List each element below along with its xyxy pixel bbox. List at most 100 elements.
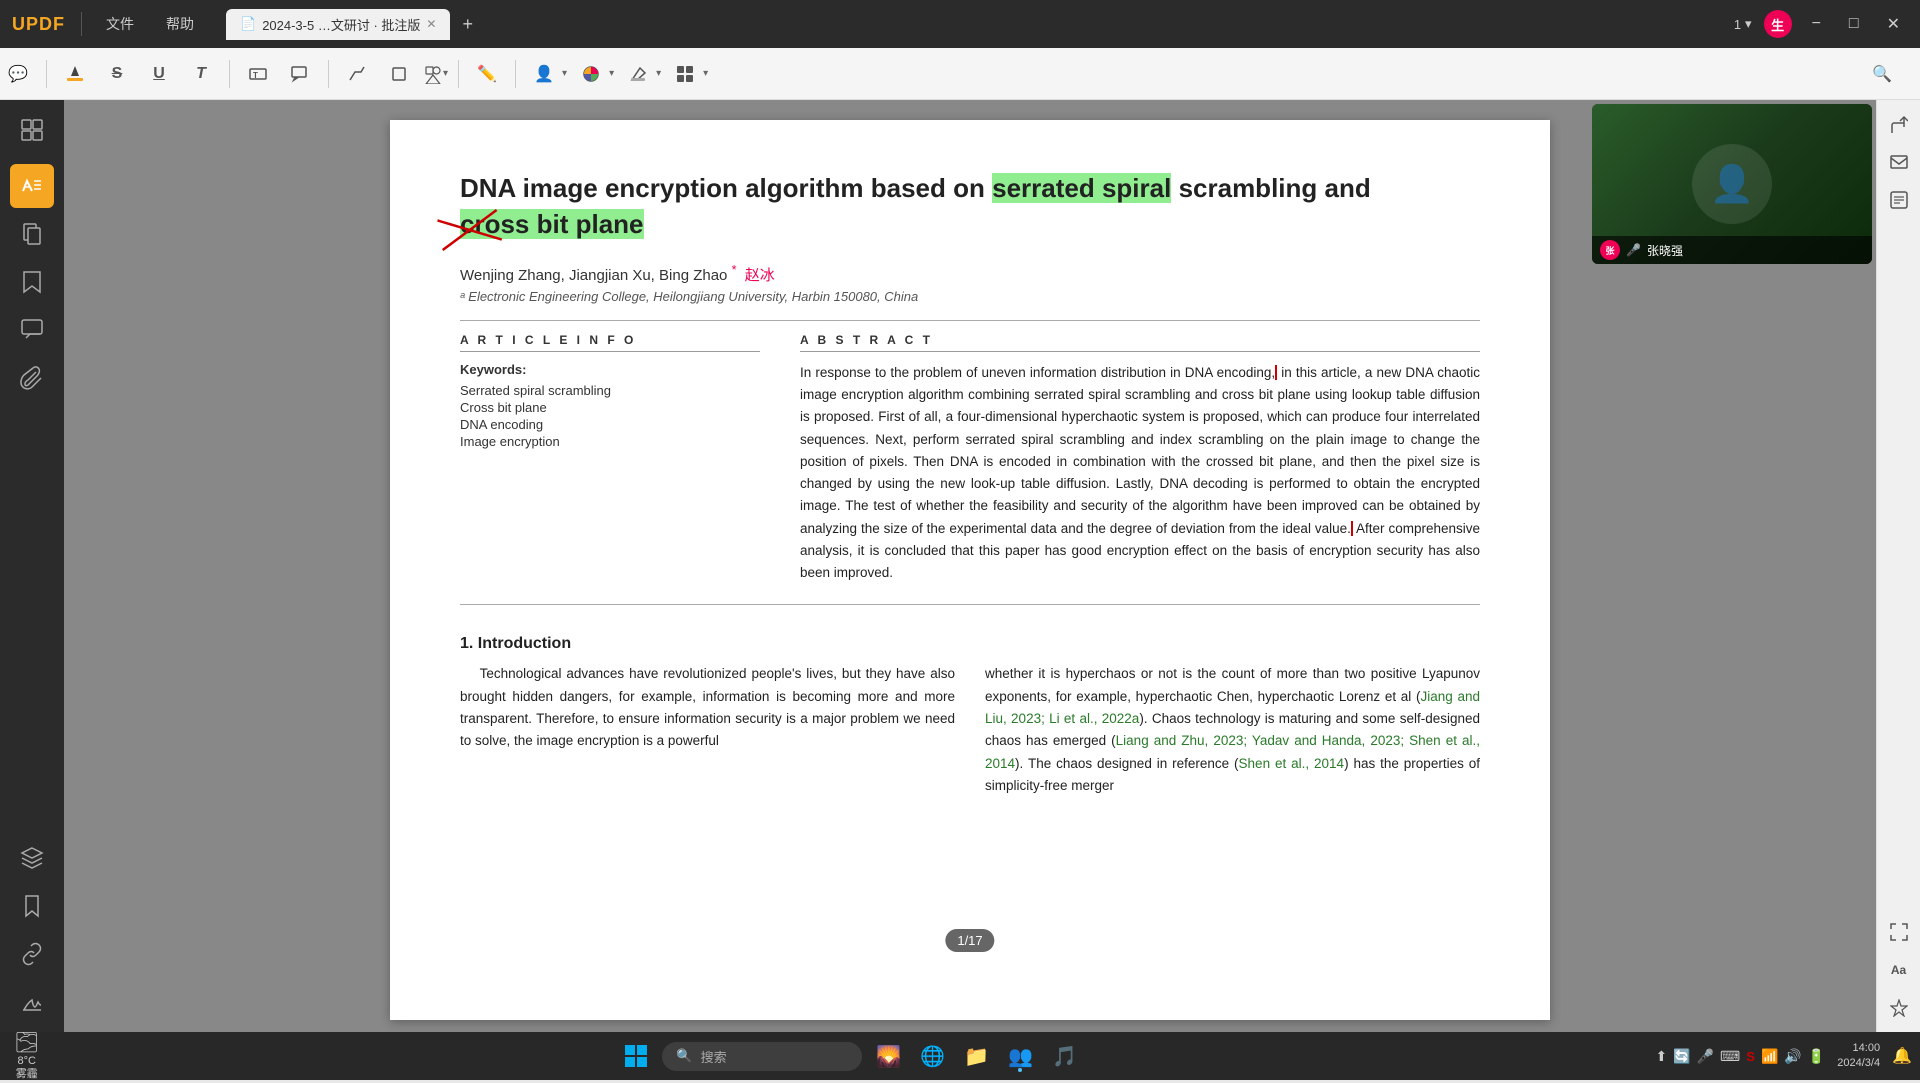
shapes-dropdown[interactable]: ▾ xyxy=(423,64,448,84)
share-button[interactable] xyxy=(1883,108,1915,140)
tab-icon: 📄 xyxy=(240,16,256,32)
minimize-button[interactable]: − xyxy=(1804,11,1829,37)
active-tab[interactable]: 📄 2024-3-5 …文研讨 · 批注版 ✕ xyxy=(226,9,450,40)
sidebar-layers[interactable] xyxy=(10,836,54,880)
ref-link-2[interactable]: Liang and Zhu, 2023; Yadav and Handa, 20… xyxy=(985,733,1480,770)
shape-tool-button[interactable] xyxy=(381,56,417,92)
clock-widget[interactable]: 14:00 2024/3/4 xyxy=(1831,1041,1886,1072)
annotation-mark-1 xyxy=(438,210,503,254)
sidebar-attachments[interactable] xyxy=(10,356,54,400)
taskbar-files[interactable]: 📁 xyxy=(958,1038,994,1074)
annotation-toolbar: 💬 S U T T ▾ ✏️ 👤 ▾ ▾ xyxy=(0,48,1920,100)
pdf-page: DNA image encryption algorithm based on … xyxy=(390,120,1550,1020)
keyword-2: Cross bit plane xyxy=(460,400,760,415)
tray-keyboard[interactable]: ⌨ xyxy=(1720,1048,1740,1065)
sidebar-sign[interactable] xyxy=(10,980,54,1024)
sidebar-bookmark-list[interactable] xyxy=(10,884,54,928)
system-tray: ⬆ 🔄 🎤 ⌨ S 📶 🔊 🔋 xyxy=(1655,1048,1825,1065)
weather-widget[interactable]: 🌫 8°C 雾霾 xyxy=(8,1029,45,1083)
tray-volume[interactable]: 🔊 xyxy=(1784,1048,1801,1065)
article-info-abstract: A R T I C L E I N F O Keywords: Serrated… xyxy=(460,333,1480,585)
tray-wifi[interactable]: 📶 xyxy=(1761,1048,1778,1065)
clock-time: 14:00 xyxy=(1853,1041,1881,1056)
fit-button[interactable] xyxy=(1883,916,1915,948)
stamp-button[interactable]: 👤 xyxy=(526,56,562,92)
new-tab-button[interactable]: + xyxy=(454,10,481,39)
sidebar-thumbnails[interactable] xyxy=(10,108,54,152)
ref-link-3[interactable]: Shen et al., 2014 xyxy=(1239,756,1345,771)
weather-desc: 雾霾 xyxy=(16,1068,38,1081)
tab-close-button[interactable]: ✕ xyxy=(426,17,436,31)
highlight-tool-button[interactable] xyxy=(57,56,93,92)
pdf-view-area[interactable]: 👤 张 🎤 张晓强 DNA image encryption algorithm… xyxy=(64,100,1876,1032)
weather-temp: 8°C xyxy=(17,1055,35,1068)
search-button[interactable]: 🔍 xyxy=(1864,56,1900,92)
taskbar-left: 🌫 8°C 雾霾 xyxy=(8,1029,45,1083)
toolbar-sep-2 xyxy=(229,60,230,88)
person-silhouette: 👤 xyxy=(1692,144,1772,224)
tray-s-icon[interactable]: S xyxy=(1746,1049,1755,1064)
intro-text-right: whether it is hyperchaos or not is the c… xyxy=(985,663,1480,797)
ref-link-1[interactable]: Jiang and Liu, 2023; Li et al., 2022a xyxy=(985,689,1480,726)
comment-tool-button[interactable]: 💬 xyxy=(0,56,36,92)
strikethrough-tool-button[interactable]: S xyxy=(99,56,135,92)
intro-heading-text: 1. Introduction xyxy=(460,635,571,652)
sidebar-pages[interactable] xyxy=(10,212,54,256)
user-avatar[interactable]: 生 xyxy=(1764,10,1792,38)
video-user-name: 张晓强 xyxy=(1647,242,1683,259)
close-button[interactable]: ✕ xyxy=(1879,10,1908,38)
eraser-dropdown[interactable]: ▾ xyxy=(620,56,661,92)
keyword-4: Image encryption xyxy=(460,434,760,449)
sidebar-comments[interactable] xyxy=(10,308,54,352)
taskbar-explorer[interactable]: 🌄 xyxy=(870,1038,906,1074)
eraser-button[interactable] xyxy=(620,56,656,92)
abstract-label: A B S T R A C T xyxy=(800,333,1480,352)
sidebar-annotation[interactable] xyxy=(10,164,54,208)
more-tools-dropdown[interactable]: ▾ xyxy=(667,56,708,92)
maximize-button[interactable]: □ xyxy=(1841,11,1867,37)
taskbar-edge[interactable]: 🌐 xyxy=(914,1038,950,1074)
contact-button[interactable] xyxy=(1883,184,1915,216)
tray-battery[interactable]: 🔋 xyxy=(1808,1048,1825,1065)
more-tools-button[interactable] xyxy=(667,56,703,92)
underline-tool-button[interactable]: U xyxy=(141,56,177,92)
stamp-dropdown[interactable]: 👤 ▾ xyxy=(526,56,567,92)
taskbar-teams[interactable]: 👥 xyxy=(1002,1038,1038,1074)
intro-col-left: Technological advances have revolutioniz… xyxy=(460,663,955,797)
menu-help[interactable]: 帮助 xyxy=(158,10,202,38)
star-button[interactable] xyxy=(1883,992,1915,1024)
text-size-button[interactable]: Aa xyxy=(1883,954,1915,986)
search-bar[interactable]: 🔍 搜索 xyxy=(662,1042,862,1071)
title-bar: UPDF 文件 帮助 📄 2024-3-5 …文研讨 · 批注版 ✕ + 1 ▾… xyxy=(0,0,1920,48)
video-feed: 👤 张 🎤 张晓强 xyxy=(1592,104,1872,264)
page-number: 1 xyxy=(1734,17,1741,32)
email-button[interactable] xyxy=(1883,146,1915,178)
article-info-label: A R T I C L E I N F O xyxy=(460,333,760,352)
section-divider-2 xyxy=(460,604,1480,605)
notification-button[interactable]: 🔔 xyxy=(1892,1046,1912,1066)
textbox-tool-button[interactable]: T xyxy=(240,56,276,92)
tray-up-arrow[interactable]: ⬆ xyxy=(1655,1048,1667,1065)
search-icon: 🔍 xyxy=(676,1048,692,1064)
color-picker-button[interactable] xyxy=(573,56,609,92)
sidebar-links[interactable] xyxy=(10,932,54,976)
pencil-tool-button[interactable]: ✏️ xyxy=(469,56,505,92)
draw-tool-button[interactable] xyxy=(339,56,375,92)
tray-mic[interactable]: 🎤 xyxy=(1697,1048,1714,1065)
taskbar-music[interactable]: 🎵 xyxy=(1046,1038,1082,1074)
callout-tool-button[interactable] xyxy=(282,56,318,92)
intro-heading: 1. Introduction xyxy=(460,635,1480,653)
menu-file[interactable]: 文件 xyxy=(98,10,142,38)
app-logo: UPDF xyxy=(12,14,65,35)
start-button[interactable] xyxy=(618,1038,654,1074)
tray-refresh[interactable]: 🔄 xyxy=(1673,1048,1690,1065)
title-text-2: scrambling and xyxy=(1171,173,1370,203)
sidebar-bookmarks[interactable] xyxy=(10,260,54,304)
text-tool-button[interactable]: T xyxy=(183,56,219,92)
introduction-section: 1. Introduction Technological advances h… xyxy=(460,635,1480,797)
color-picker-dropdown[interactable]: ▾ xyxy=(573,56,614,92)
toolbar-sep-3 xyxy=(328,60,329,88)
page-dropdown-icon[interactable]: ▾ xyxy=(1745,16,1752,32)
paper-title: DNA image encryption algorithm based on … xyxy=(460,170,1480,243)
taskbar-right: ⬆ 🔄 🎤 ⌨ S 📶 🔊 🔋 14:00 2024/3/4 🔔 xyxy=(1655,1041,1912,1072)
